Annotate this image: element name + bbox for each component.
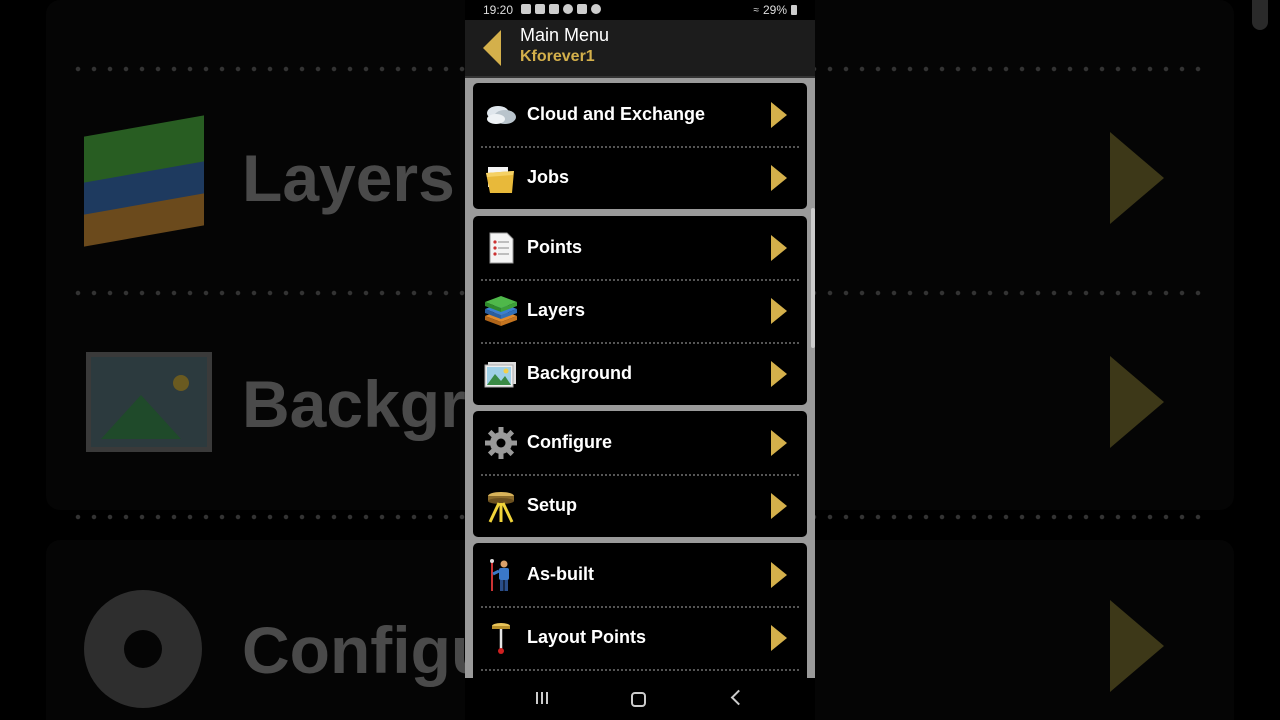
cloud-icon: [484, 98, 518, 132]
recents-button[interactable]: [535, 692, 549, 706]
bg-label: Configu: [242, 613, 492, 687]
bg-gear-icon: [84, 590, 202, 708]
bg-chevron-icon: [1110, 356, 1164, 448]
menu-item-label: Jobs: [527, 167, 570, 187]
folder-icon: [484, 161, 518, 195]
menu-group: Points Layers Background: [473, 216, 807, 405]
menu-item-label: Points: [527, 237, 583, 257]
menu-item-background[interactable]: Background: [473, 342, 807, 405]
chevron-right-icon: [771, 561, 787, 588]
menu-item-setup[interactable]: Setup: [473, 474, 807, 537]
menu-item-layout-points[interactable]: Layout Points: [473, 606, 807, 669]
chevron-right-icon: [771, 234, 787, 261]
menu-item-label: Setup: [527, 495, 578, 515]
menu-item-configure[interactable]: Configure: [473, 411, 807, 474]
menu-item-layers[interactable]: Layers: [473, 279, 807, 342]
title-bar: Main Menu Kforever1: [465, 20, 815, 78]
chevron-right-icon: [771, 492, 787, 519]
menu-group: As-built Layout Points: [473, 543, 807, 678]
menu-item-label: Layout Points: [527, 627, 647, 647]
battery-icon: [791, 5, 797, 15]
chevron-right-icon: [771, 360, 787, 387]
menu-item-jobs[interactable]: Jobs: [473, 146, 807, 209]
battery-percent: 29%: [762, 3, 787, 17]
job-name: Kforever1: [520, 48, 595, 65]
tripod-icon: [484, 489, 518, 523]
layers-icon: [484, 294, 518, 328]
notification-icons: [521, 4, 601, 14]
menu-item-as-built[interactable]: As-built: [473, 543, 807, 606]
menu-item-label: As-built: [527, 564, 594, 584]
menu-item-cloud-and-exchange[interactable]: Cloud and Exchange: [473, 83, 807, 146]
bg-background-icon: [86, 352, 212, 452]
check-icon: [591, 4, 601, 14]
status-bar: 19:20 ≈ 29%: [465, 0, 815, 20]
gear-icon: [484, 426, 518, 460]
home-button[interactable]: [631, 692, 646, 707]
bg-chevron-icon: [1110, 600, 1164, 692]
system-nav-bar: [465, 678, 815, 720]
chevron-right-icon: [771, 297, 787, 324]
menu-item-label: Cloud and Exchange: [527, 104, 706, 124]
status-right: ≈ 29%: [753, 3, 797, 17]
page-title: Main Menu: [520, 25, 610, 45]
menu-group: Cloud and Exchange Jobs: [473, 83, 807, 209]
menu-list[interactable]: Cloud and Exchange Jobs Points Layers Ba…: [465, 78, 815, 678]
video-icon: [577, 4, 587, 14]
bg-scrollbar: [1252, 0, 1268, 30]
bg-label: Backgr: [242, 367, 466, 441]
system-back-button[interactable]: [730, 689, 747, 706]
stake-icon: [484, 621, 518, 655]
bg-layers-icon: [84, 115, 204, 247]
chevron-right-icon: [771, 164, 787, 191]
chevron-right-icon: [771, 101, 787, 128]
menu-item-label: Configure: [527, 432, 612, 452]
menu-item-label: Layers: [527, 300, 586, 320]
bg-label: Layers: [242, 141, 455, 215]
chevron-right-icon: [771, 429, 787, 456]
youtube-icon: [535, 4, 545, 14]
surveyor-icon: [484, 558, 518, 592]
menu-group: Configure Setup: [473, 411, 807, 537]
status-time: 19:20: [483, 3, 514, 17]
phone-screen: 19:20 ≈ 29% Main Menu Kforever1 Cloud an…: [465, 0, 815, 720]
menu-item-points[interactable]: Points: [473, 216, 807, 279]
youtube-icon: [549, 4, 559, 14]
bg-chevron-icon: [1110, 132, 1164, 224]
back-arrow-icon: [483, 30, 501, 66]
back-button[interactable]: [481, 30, 505, 68]
wifi-icon: ≈: [753, 4, 759, 16]
menu-item-partial[interactable]: [473, 669, 807, 678]
alert-icon: [563, 4, 573, 14]
scrollbar[interactable]: [811, 208, 815, 348]
menu-item-label: Background: [527, 363, 633, 383]
points-document-icon: [484, 231, 518, 265]
chevron-right-icon: [771, 624, 787, 651]
youtube-icon: [521, 4, 531, 14]
landscape-image-icon: [484, 357, 518, 391]
